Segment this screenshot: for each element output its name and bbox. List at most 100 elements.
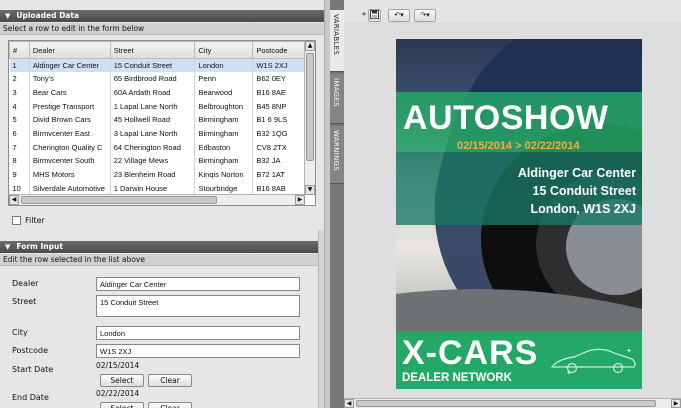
filter-label: Filter [25, 216, 45, 225]
table-row[interactable]: 1 Aldinger Car Center 15 Conduit Street Lon… [9, 58, 305, 73]
collapse-triangle-icon[interactable]: ▼ [5, 241, 10, 253]
cell-street: 1 Lapal Lane North [110, 99, 196, 114]
cell-postcode: B1 6 9LS [252, 113, 305, 127]
cell-street: 1 Darwin House [110, 181, 196, 195]
column-header-number[interactable]: # [9, 41, 30, 59]
form-input-subtitle: Edit the row selected in the list above [0, 254, 324, 266]
table-row[interactable]: 8 Birmvcenter South 22 Village Mews Birming… [9, 153, 305, 168]
cell-city: Bearwood [194, 85, 254, 100]
cell-street: 23 Blenheim Road [110, 167, 196, 182]
filter-checkbox[interactable]: Filter [12, 215, 45, 227]
scroll-up-arrow-icon[interactable]: ▲ [305, 41, 315, 51]
city-field[interactable]: London [96, 326, 300, 340]
checkbox-icon[interactable] [12, 216, 21, 225]
column-header-dealer[interactable]: Dealer [28, 41, 111, 59]
cell-street: 15 Conduit Street [110, 58, 196, 73]
cell-postcode: B45 8NP [252, 99, 305, 114]
table-vertical-scrollbar[interactable]: ▲ ▼ [304, 41, 315, 195]
end-date-select-button[interactable]: Select [100, 402, 144, 408]
cell-number: 9 [9, 167, 30, 182]
scroll-right-arrow-icon[interactable]: ▶ [295, 195, 305, 205]
collapse-triangle-icon[interactable]: ▼ [5, 10, 10, 22]
cell-number: 2 [9, 72, 30, 86]
postcode-field[interactable]: W1S 2XJ [96, 344, 300, 358]
tab-variables[interactable]: VARIABLES [330, 10, 344, 72]
poster-preview[interactable]: AUTOSHOW 02/15/2014 > 02/22/2014 Aldinge… [396, 39, 642, 389]
cell-postcode: B62 0EY [252, 72, 305, 86]
cell-street: 60A Ardath Road [110, 85, 196, 100]
cell-dealer: Bear Cars [29, 85, 111, 100]
tab-variables-label: VARIABLES [332, 14, 340, 56]
table-row[interactable]: 5 Divid Brown Cars 45 Hollwell Road Birming… [9, 113, 305, 127]
form-input-header[interactable]: ▼ Form Input [0, 241, 324, 253]
data-table-container: # Dealer Street City Postcode 1 Aldinger … [8, 40, 316, 206]
scroll-left-arrow-icon[interactable]: ◀ [9, 195, 19, 205]
cell-number: 7 [9, 140, 30, 154]
left-panel: ▼ Uploaded Data Select a row to edit in t… [0, 0, 324, 408]
preview-horizontal-scroll-thumb[interactable] [356, 400, 656, 407]
dealer-label: Dealer [12, 279, 39, 288]
scroll-right-arrow-icon[interactable]: ▶ [671, 399, 681, 408]
table-horizontal-scrollbar[interactable]: ◀ ▶ [9, 194, 305, 205]
tab-warnings[interactable]: WARNINGS [330, 126, 344, 184]
poster-headline: AUTOSHOW [403, 99, 609, 137]
cell-number: 10 [9, 181, 30, 195]
undo-button[interactable]: ↶▾ [388, 9, 410, 22]
cell-city: Kinqis Norton [194, 167, 254, 182]
cell-dealer: Cherington Quality C [29, 140, 111, 154]
cell-postcode: B16 8AB [252, 181, 305, 195]
table-row[interactable]: 2 Tony's 65 Birdbrood Road Penn B62 0EY [9, 72, 305, 86]
cell-street: 22 Village Mews [110, 153, 196, 168]
end-date-clear-button[interactable]: Clear [148, 402, 192, 408]
redo-button[interactable]: ↷▾ [414, 9, 436, 22]
form-input-title: Form Input [16, 242, 63, 251]
scroll-down-arrow-icon[interactable]: ▼ [305, 185, 315, 195]
poster-dates: 02/15/2014 > 02/22/2014 [457, 140, 580, 152]
table-row[interactable]: 10 Silverdale Automotive 1 Darwin House Sto… [9, 181, 305, 195]
save-button[interactable] [368, 9, 381, 22]
table-row[interactable]: 7 Cherington Quality C 64 Cherington Road E… [9, 140, 305, 154]
start-date-value: 02/15/2014 [96, 361, 140, 370]
table-row[interactable]: 4 Prestige Transport 1 Lapal Lane North Bel… [9, 99, 305, 114]
cell-postcode: W1S 2XJ [252, 58, 305, 73]
scroll-left-arrow-icon[interactable]: ◀ [344, 399, 354, 408]
dealer-field[interactable]: Aldinger Car Center [96, 277, 300, 291]
column-header-postcode[interactable]: Postcode [252, 41, 305, 59]
cell-street: 3 Lapal Lane North [110, 126, 196, 141]
cell-postcode: B32 JA [252, 153, 305, 168]
start-date-clear-button[interactable]: Clear [148, 374, 192, 387]
cell-number: 5 [9, 113, 30, 127]
cell-dealer: Divid Brown Cars [29, 113, 111, 127]
preview-horizontal-scrollbar[interactable]: ◀ ▶ [344, 398, 681, 408]
table-row[interactable]: 9 MHS Motors 23 Blenheim Road Kinqis Norton… [9, 167, 305, 182]
cell-dealer: Birmvcenter East [29, 126, 111, 141]
end-date-value: 02/22/2014 [96, 389, 140, 398]
cell-dealer: Prestige Transport [29, 99, 111, 114]
cell-city: Birmingham [194, 153, 254, 168]
preview-area: * ↶▾ ↷▾ AUTOSHOW 02/15/2014 > 02/22/2014… [344, 0, 681, 408]
canvas-area: AUTOSHOW 02/15/2014 > 02/22/2014 Aldinge… [344, 24, 679, 398]
column-header-city[interactable]: City [194, 41, 254, 59]
table-vertical-scroll-thumb[interactable] [306, 53, 314, 161]
start-date-label: Start Date [12, 365, 54, 374]
street-field[interactable]: 15 Conduit Street [96, 295, 300, 317]
street-label: Street [12, 297, 37, 306]
cell-dealer: Silverdale Automotive [29, 181, 111, 195]
table-horizontal-scroll-thumb[interactable] [21, 196, 217, 204]
car-outline-icon: ✦ ✦ [550, 347, 636, 377]
table-row[interactable]: 6 Birmvcenter East 3 Lapal Lane North Birmi… [9, 126, 305, 141]
cell-city: London [194, 58, 254, 73]
table-row[interactable]: 3 Bear Cars 60A Ardath Road Bearwood B16 8AE [9, 85, 305, 100]
cell-street: 65 Birdbrood Road [110, 72, 196, 86]
cell-city: Stourbridge [194, 181, 254, 195]
cell-number: 4 [9, 99, 30, 114]
cell-dealer: MHS Motors [29, 167, 111, 182]
uploaded-data-header[interactable]: ▼ Uploaded Data [0, 10, 324, 22]
city-label: City [12, 328, 28, 337]
tab-images[interactable]: IMAGES [330, 74, 344, 124]
preview-toolbar: * ↶▾ ↷▾ [344, 0, 681, 22]
data-table: # Dealer Street City Postcode 1 Aldinger … [9, 41, 305, 195]
column-header-street[interactable]: Street [109, 41, 196, 59]
start-date-select-button[interactable]: Select [100, 374, 144, 387]
cell-city: Penn [194, 72, 254, 86]
